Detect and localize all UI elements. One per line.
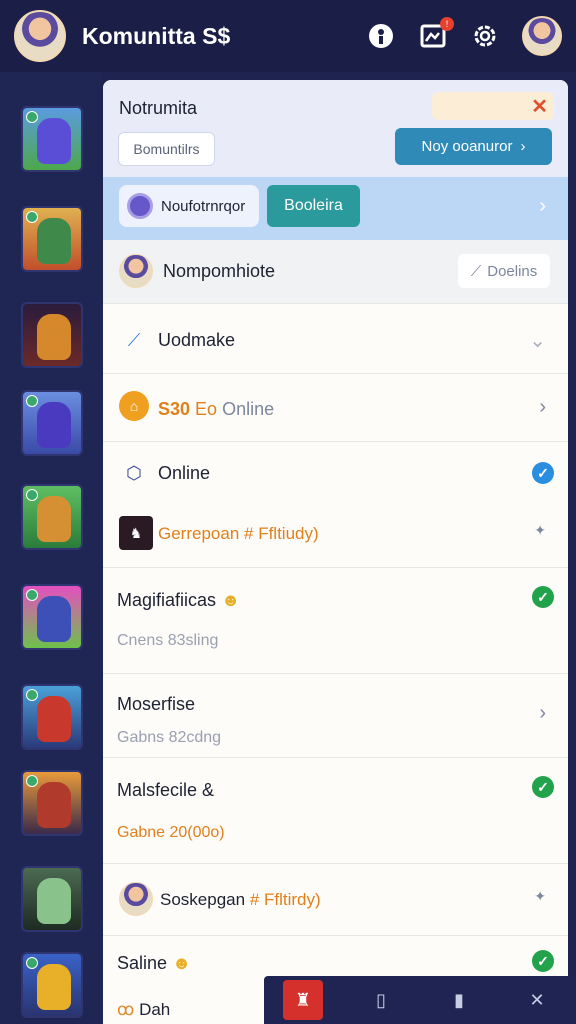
home-tab-icon[interactable]: ♜ xyxy=(283,980,323,1020)
list-item-label: Malsfecile & xyxy=(117,780,215,800)
toggle-check-icon[interactable]: ✓ xyxy=(532,462,554,484)
list-item-subtitle: Gabns 82cdng xyxy=(117,729,222,746)
list-item-label: Soskepgan xyxy=(160,890,246,909)
link-icon: ⟋ xyxy=(127,329,141,350)
next-button[interactable]: Noy ooanuror › xyxy=(395,128,552,165)
profile-avatar[interactable] xyxy=(522,16,562,56)
pin-icon: ✦ xyxy=(534,522,546,538)
cube-icon: ⬡ xyxy=(126,462,142,483)
chevron-right-icon[interactable]: › xyxy=(539,195,546,218)
list-item-avatar xyxy=(119,882,153,916)
trophy-icon: ☻ xyxy=(221,590,241,610)
list-item[interactable]: ⟋ Uodmake ⌄ xyxy=(103,306,568,374)
list-item-label: Saline xyxy=(117,953,168,973)
check-icon: ✓ xyxy=(532,776,554,798)
profile-name: Nompomhiote xyxy=(163,261,276,281)
game-thumb[interactable] xyxy=(21,206,83,272)
panel-header: Notrumita ✕ Bomuntilrs Noy ooanuror › xyxy=(103,80,568,177)
list-item[interactable]: Malsfecile & Gabne 20(00o) ✓ xyxy=(103,758,568,864)
top-bar: Komunitta S$ ! xyxy=(0,0,576,72)
check-icon: ✓ xyxy=(532,950,554,972)
game-thumb[interactable] xyxy=(21,866,83,932)
chevron-right-icon: › xyxy=(539,396,546,418)
list-item-label: Magifiafiicas xyxy=(117,590,217,610)
filter-button[interactable]: Booleira xyxy=(267,185,360,227)
list-item-label: Gerrepoan xyxy=(158,524,240,543)
list-item[interactable]: Magifiafiicas ☻ Cnens 83sling ✓ xyxy=(103,568,568,674)
check-icon: ✓ xyxy=(532,586,554,608)
community-input[interactable]: Bomuntilrs xyxy=(118,132,215,166)
game-sidebar xyxy=(0,72,103,1024)
notification-badge: ! xyxy=(440,17,454,31)
game-thumb[interactable] xyxy=(21,770,83,836)
close-button[interactable]: ✕ xyxy=(432,92,554,120)
edit-icon: ⟋ xyxy=(470,262,482,280)
chevron-right-icon: › xyxy=(539,702,546,724)
list-item[interactable]: Moserfise Gabns 82cdng › xyxy=(103,674,568,758)
game-icon: ♞ xyxy=(119,516,153,550)
filter-pill-label: Noufotrnrqor xyxy=(161,197,246,215)
panel-title: Notrumita xyxy=(119,98,198,118)
list-item-label: Online xyxy=(222,399,275,419)
game-thumb[interactable] xyxy=(21,684,83,750)
next-button-label: Noy ooanuror xyxy=(421,138,513,155)
smile-icon: ☻ xyxy=(172,953,192,973)
list-item[interactable]: ⬡ Online ✓ xyxy=(103,442,568,504)
game-thumb[interactable] xyxy=(21,484,83,550)
bottom-nav: ♜ ▯ ▮ ✕ xyxy=(264,976,576,1024)
game-thumb[interactable] xyxy=(21,106,83,172)
knot-icon: ꝏ xyxy=(117,1000,135,1019)
chevron-down-icon: ⌄ xyxy=(529,330,546,352)
community-panel: Notrumita ✕ Bomuntilrs Noy ooanuror › No… xyxy=(103,80,568,1024)
game-thumb[interactable] xyxy=(21,952,83,1018)
details-button[interactable]: ⟋ Doelins xyxy=(458,254,550,288)
user-avatar[interactable] xyxy=(14,10,66,62)
close-icon: ✕ xyxy=(531,95,548,118)
pin-icon: ✦ xyxy=(534,888,546,904)
list-item-label: Online xyxy=(158,463,211,483)
list-item-suffix: # Ffltiudy) xyxy=(244,524,319,543)
list-item-subtitle: Gabne 20(00o) xyxy=(117,824,225,841)
game-thumb[interactable] xyxy=(21,302,83,368)
gear-icon xyxy=(127,193,153,219)
list-item-subtitle: Cnens 83sling xyxy=(117,632,219,649)
list-item[interactable]: ♞ Gerrepoan # Ffltiudy) ✦ xyxy=(103,504,568,568)
profile-row-avatar xyxy=(119,254,153,288)
tools-tab-icon[interactable]: ✕ xyxy=(517,980,557,1020)
chevron-right-icon: › xyxy=(520,138,526,155)
list-item-prefix: S30 xyxy=(158,399,191,419)
coin-icon: ⌂ xyxy=(119,391,149,421)
info-icon[interactable] xyxy=(366,21,396,51)
book-tab-icon[interactable]: ▯ xyxy=(361,980,401,1020)
list-item-suffix: # Ffltirdy) xyxy=(249,890,321,909)
app-title: Komunitta S$ xyxy=(82,22,231,49)
details-label: Doelins xyxy=(487,262,538,280)
list-item-label: Dah xyxy=(139,1000,171,1019)
profile-row[interactable]: Nompomhiote ⟋ Doelins xyxy=(103,240,568,304)
list-item-prefix-rest: Eo xyxy=(195,399,218,419)
list-item[interactable]: ⌂ S30 Eo Online › xyxy=(103,374,568,442)
list-item-label: Moserfise xyxy=(117,694,196,714)
list-item-label: Uodmake xyxy=(158,330,236,350)
filter-pill[interactable]: Noufotrnrqor xyxy=(119,185,259,227)
list-item[interactable]: Soskepgan # Ffltirdy) ✦ xyxy=(103,864,568,936)
game-thumb[interactable] xyxy=(21,584,83,650)
notifications-icon[interactable]: ! xyxy=(418,17,454,51)
bookmark-tab-icon[interactable]: ▮ xyxy=(439,980,479,1020)
game-thumb[interactable] xyxy=(21,390,83,456)
filter-row: Noufotrnrqor Booleira › xyxy=(103,177,568,240)
settings-icon[interactable] xyxy=(470,21,500,51)
